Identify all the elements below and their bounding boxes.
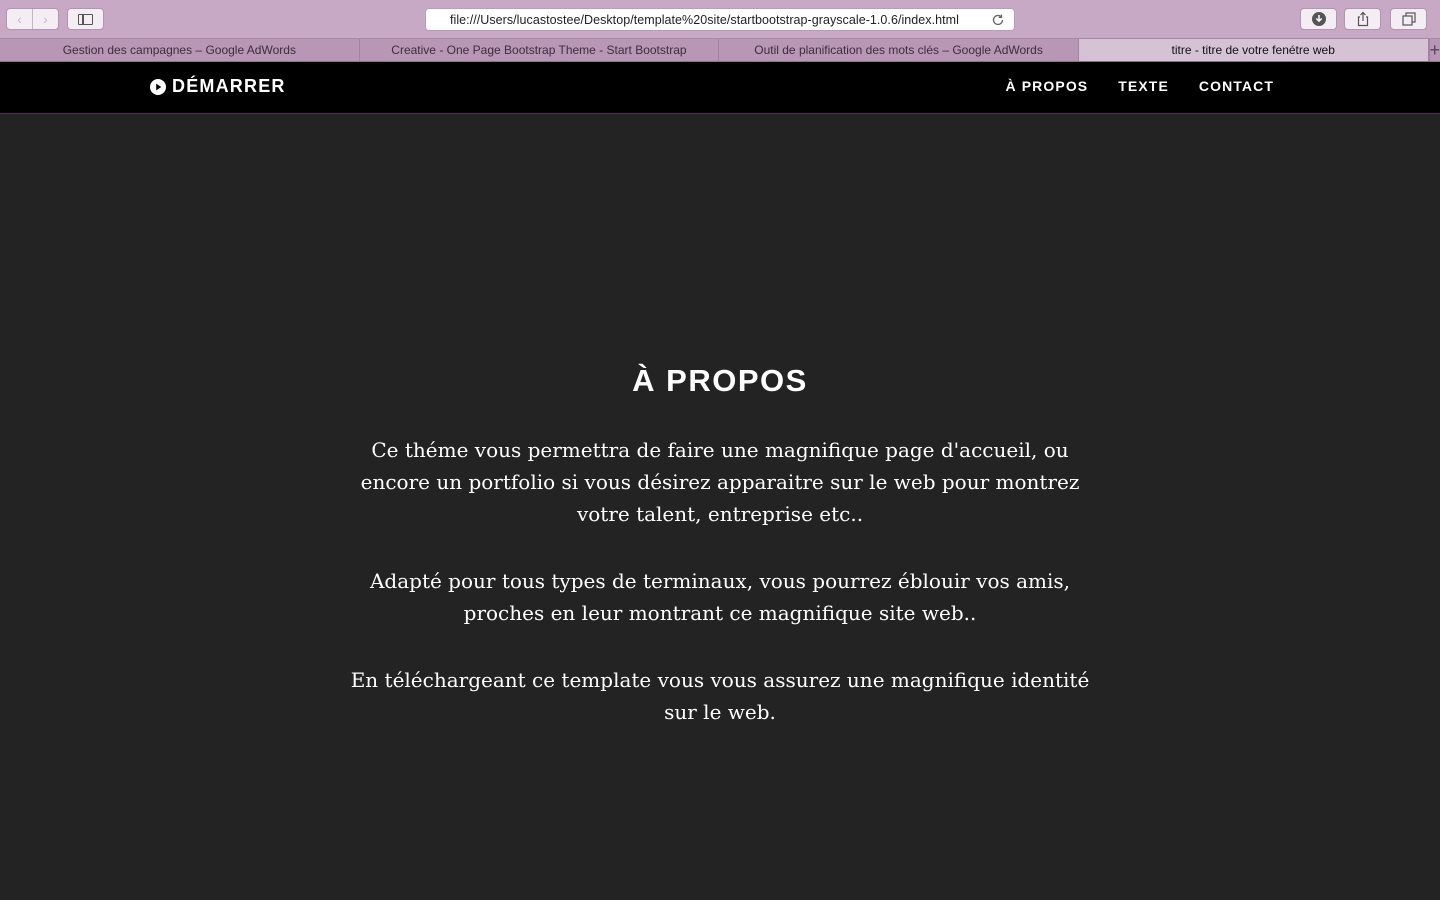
browser-toolbar: ‹ › file:///Users/lucastostee/Desktop/te… xyxy=(0,0,1440,38)
browser-tab[interactable]: Gestion des campagnes – Google AdWords xyxy=(0,39,360,61)
about-paragraph: Adapté pour tous types de terminaux, vou… xyxy=(369,569,1071,625)
forward-icon[interactable]: › xyxy=(32,9,58,29)
nav-link-texte[interactable]: TEXTE xyxy=(1118,78,1169,94)
share-icon xyxy=(1357,11,1368,27)
sidebar-icon xyxy=(78,13,93,25)
play-circle-icon xyxy=(150,78,166,95)
address-bar[interactable]: file:///Users/lucastostee/Desktop/templa… xyxy=(425,8,1015,31)
nav-links: À PROPOS TEXTE CONTACT xyxy=(1006,78,1274,94)
download-icon xyxy=(1311,12,1326,26)
plus-icon[interactable]: + xyxy=(1428,39,1440,61)
history-nav-group: ‹ › xyxy=(6,8,59,30)
browser-tab-active[interactable]: titre - titre de votre fenétre web xyxy=(1078,39,1429,61)
tab-strip: Gestion des campagnes – Google AdWords C… xyxy=(0,38,1440,62)
tabs-overview-icon xyxy=(1401,12,1416,26)
about-paragraph: Ce théme vous permettra de faire une mag… xyxy=(360,438,1080,526)
brand-text: DÉMARRER xyxy=(172,76,286,96)
tabs-overview-button[interactable] xyxy=(1390,8,1427,30)
site-navbar: DÉMARRER À PROPOS TEXTE CONTACT xyxy=(0,62,1440,114)
section-title: À PROPOS xyxy=(632,363,808,398)
about-paragraph: En téléchargeant ce template vous vous a… xyxy=(350,668,1090,724)
about-section: À PROPOS Ce théme vous permettra de fair… xyxy=(0,114,1440,900)
download-button[interactable] xyxy=(1300,8,1337,30)
browser-tab[interactable]: Outil de planification des mots clés – G… xyxy=(719,39,1079,61)
nav-link-contact[interactable]: CONTACT xyxy=(1199,78,1274,94)
reload-icon[interactable] xyxy=(990,12,1006,28)
sidebar-toggle-button[interactable] xyxy=(67,8,104,30)
share-button[interactable] xyxy=(1344,8,1381,30)
url-text: file:///Users/lucastostee/Desktop/templa… xyxy=(450,12,959,27)
brand-link[interactable]: DÉMARRER xyxy=(150,76,286,97)
nav-link-a-propos[interactable]: À PROPOS xyxy=(1006,78,1089,94)
back-icon[interactable]: ‹ xyxy=(7,9,32,29)
browser-tab[interactable]: Creative - One Page Bootstrap Theme - St… xyxy=(360,39,720,61)
